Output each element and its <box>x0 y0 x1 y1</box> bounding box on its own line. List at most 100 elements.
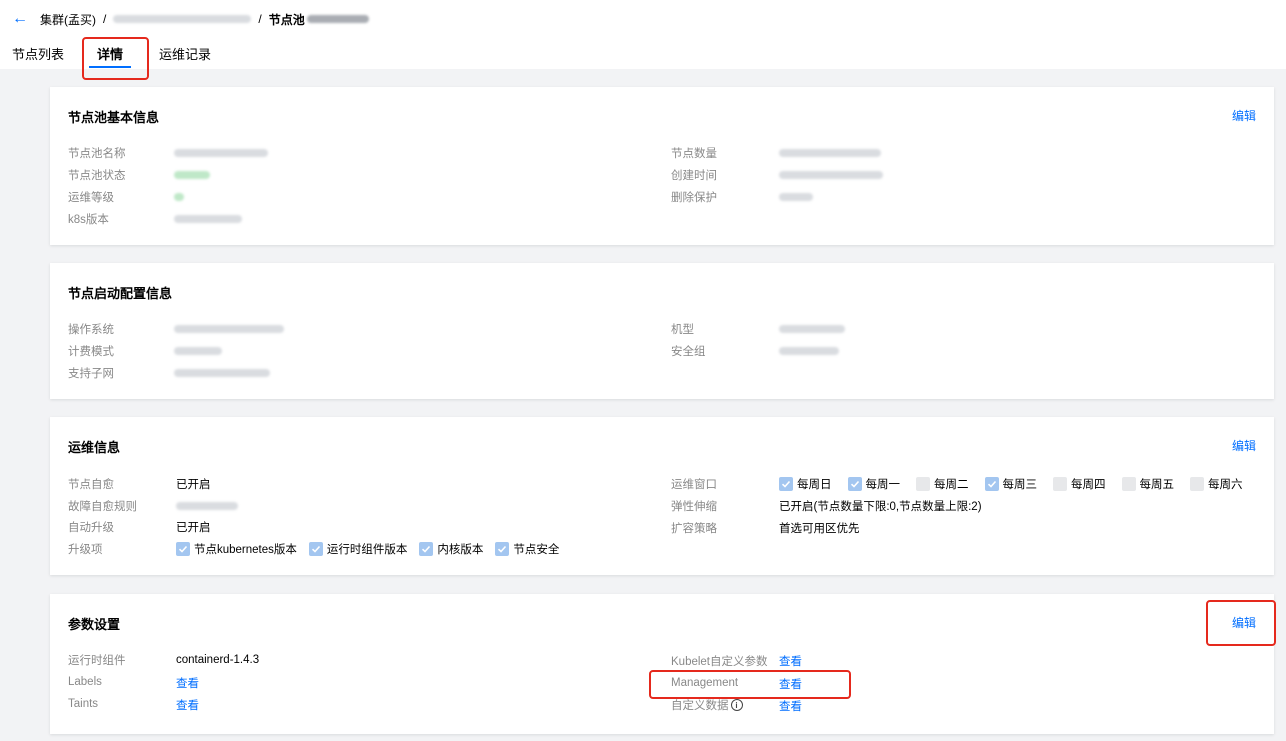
label-kubelet: Kubelet自定义参数 <box>671 656 768 668</box>
day-label: 每周一 <box>865 479 901 491</box>
checkbox-unchecked-icon <box>1053 477 1067 491</box>
checkbox-checked-icon <box>176 542 190 556</box>
value-runtime: containerd-1.4.3 <box>176 654 260 666</box>
checkbox-unchecked-icon <box>1190 477 1204 491</box>
day-label: 每周二 <box>934 479 969 491</box>
value-billing-mode-redacted <box>174 347 222 355</box>
view-kubelet-link[interactable]: 查看 <box>779 653 802 669</box>
label-labels: Labels <box>68 676 102 688</box>
value-heal-rule-redacted <box>176 502 238 510</box>
card-title: 运维信息 <box>68 440 121 455</box>
breadcrumb-nodepool: 节点池 <box>268 12 305 27</box>
card-title: 参数设置 <box>68 617 121 632</box>
label-custom-data: 自定义数据 <box>671 700 729 712</box>
checkbox-upgrade-kernel[interactable]: 内核版本 <box>419 541 483 557</box>
label-instance-type: 机型 <box>671 324 694 336</box>
label-subnet: 支持子网 <box>68 368 114 380</box>
breadcrumb-cluster-id-redacted[interactable] <box>113 15 252 23</box>
label-os: 操作系统 <box>68 324 114 336</box>
value-k8s-version-redacted <box>174 215 242 223</box>
day-label: 每周六 <box>1208 479 1243 491</box>
card-ops-info: 运维信息 编辑 节点自愈 已开启 故障自愈规则 自动升级 已开启 升级项 节点k… <box>50 417 1274 575</box>
label-nodepool-status: 节点池状态 <box>68 170 126 182</box>
checkbox-window-day[interactable]: 每周三 <box>984 476 1038 492</box>
card-params: 参数设置 编辑 运行时组件 containerd-1.4.3 Labels 查看… <box>50 594 1274 734</box>
edit-basic-button[interactable]: 编辑 <box>1232 107 1256 124</box>
label-security-group: 安全组 <box>671 346 706 358</box>
value-node-count-redacted <box>779 149 881 157</box>
value-subnet-redacted <box>174 369 270 377</box>
view-labels-link[interactable]: 查看 <box>176 675 199 691</box>
value-auto-upgrade: 已开启 <box>176 522 211 534</box>
label-expand-strategy: 扩容策略 <box>671 523 717 535</box>
edit-ops-button[interactable]: 编辑 <box>1232 437 1256 454</box>
checkbox-upgrade-security[interactable]: 节点安全 <box>495 541 559 557</box>
checkbox-unchecked-icon <box>916 477 930 491</box>
value-expand-strategy: 首选可用区优先 <box>779 523 860 535</box>
value-created-time-redacted <box>779 171 883 179</box>
label-auto-upgrade: 自动升级 <box>68 522 114 534</box>
checkbox-window-day[interactable]: 每周四 <box>1053 476 1106 492</box>
breadcrumb: ← 集群(孟买) / / 节点池 <box>0 10 369 28</box>
card-title: 节点池基本信息 <box>68 110 160 125</box>
label-created-time: 创建时间 <box>671 170 717 182</box>
breadcrumb-cluster[interactable]: 集群(孟买) <box>40 11 96 28</box>
checkbox-upgrade-k8s[interactable]: 节点kubernetes版本 <box>176 541 297 557</box>
breadcrumb-separator: / <box>103 12 107 26</box>
value-ops-level-redacted <box>174 193 184 201</box>
view-custom-data-link[interactable]: 查看 <box>779 698 802 714</box>
label-taints: Taints <box>68 698 99 710</box>
card-nodepool-basic-info: 节点池基本信息 编辑 节点池名称 节点池状态 运维等级 k8s版本 节点数量 创… <box>50 87 1274 245</box>
value-self-heal: 已开启 <box>176 479 211 491</box>
label-delete-protection: 删除保护 <box>671 192 717 204</box>
highlight-box-management <box>649 670 851 699</box>
info-icon[interactable]: i <box>730 699 743 711</box>
highlight-box-tab-details <box>82 37 149 80</box>
label-nodepool-name: 节点池名称 <box>68 148 126 160</box>
day-label: 每周三 <box>1002 479 1038 491</box>
checkbox-checked-icon <box>847 477 862 491</box>
tab-ops-records[interactable]: 运维记录 <box>159 44 211 63</box>
value-os-redacted <box>174 325 284 333</box>
view-taints-link[interactable]: 查看 <box>176 697 199 713</box>
label-self-heal: 节点自愈 <box>68 479 114 491</box>
value-status-redacted <box>174 171 210 179</box>
breadcrumb-nodepool-id-redacted <box>306 15 369 23</box>
label-elastic-scaling: 弹性伸缩 <box>671 501 717 513</box>
breadcrumb-separator: / <box>258 12 262 26</box>
checkbox-unchecked-icon <box>1121 477 1136 491</box>
value-instance-type-redacted <box>779 325 845 333</box>
value-delete-protection-redacted <box>779 193 813 201</box>
value-nodepool-name-redacted <box>174 149 268 157</box>
checkbox-window-day[interactable]: 每周六 <box>1190 476 1243 492</box>
card-launch-config: 节点启动配置信息 操作系统 计费模式 支持子网 机型 安全组 <box>50 263 1274 399</box>
checkbox-window-day[interactable]: 每周一 <box>847 476 901 492</box>
highlight-box-edit-params <box>1206 600 1276 646</box>
label-k8s-version: k8s版本 <box>68 214 109 226</box>
card-title: 节点启动配置信息 <box>68 286 173 301</box>
checkbox-window-day[interactable]: 每周五 <box>1121 476 1175 492</box>
checkbox-window-day[interactable]: 每周二 <box>916 476 969 492</box>
checkbox-upgrade-runtime[interactable]: 运行时组件版本 <box>308 541 407 557</box>
label-heal-rule: 故障自愈规则 <box>68 501 137 513</box>
value-elastic-scaling: 已开启(节点数量下限:0,节点数量上限:2) <box>779 501 982 513</box>
upgrade-items-group: 节点kubernetes版本 运行时组件版本 内核版本 节点安全 <box>176 541 571 557</box>
value-security-group-redacted <box>779 347 839 355</box>
label-billing-mode: 计费模式 <box>68 346 114 358</box>
day-label: 每周日 <box>797 479 832 491</box>
checkbox-window-day[interactable]: 每周日 <box>779 476 832 492</box>
day-label: 每周四 <box>1071 479 1106 491</box>
checkbox-checked-icon <box>495 542 510 556</box>
checkbox-checked-icon <box>779 477 793 491</box>
checkbox-checked-icon <box>308 542 323 556</box>
label-node-count: 节点数量 <box>671 148 717 160</box>
ops-window-days: 每周日 每周一 每周二 每周三 每周四 每周五 每周六 <box>779 476 1259 492</box>
checkbox-checked-icon <box>419 542 434 556</box>
day-label: 每周五 <box>1139 479 1175 491</box>
back-arrow-icon[interactable]: ← <box>0 10 40 28</box>
label-ops-window: 运维窗口 <box>671 479 717 491</box>
label-runtime: 运行时组件 <box>68 655 126 667</box>
label-upgrade-items: 升级项 <box>68 544 103 556</box>
tab-node-list[interactable]: 节点列表 <box>12 44 64 63</box>
checkbox-checked-icon <box>984 477 999 491</box>
